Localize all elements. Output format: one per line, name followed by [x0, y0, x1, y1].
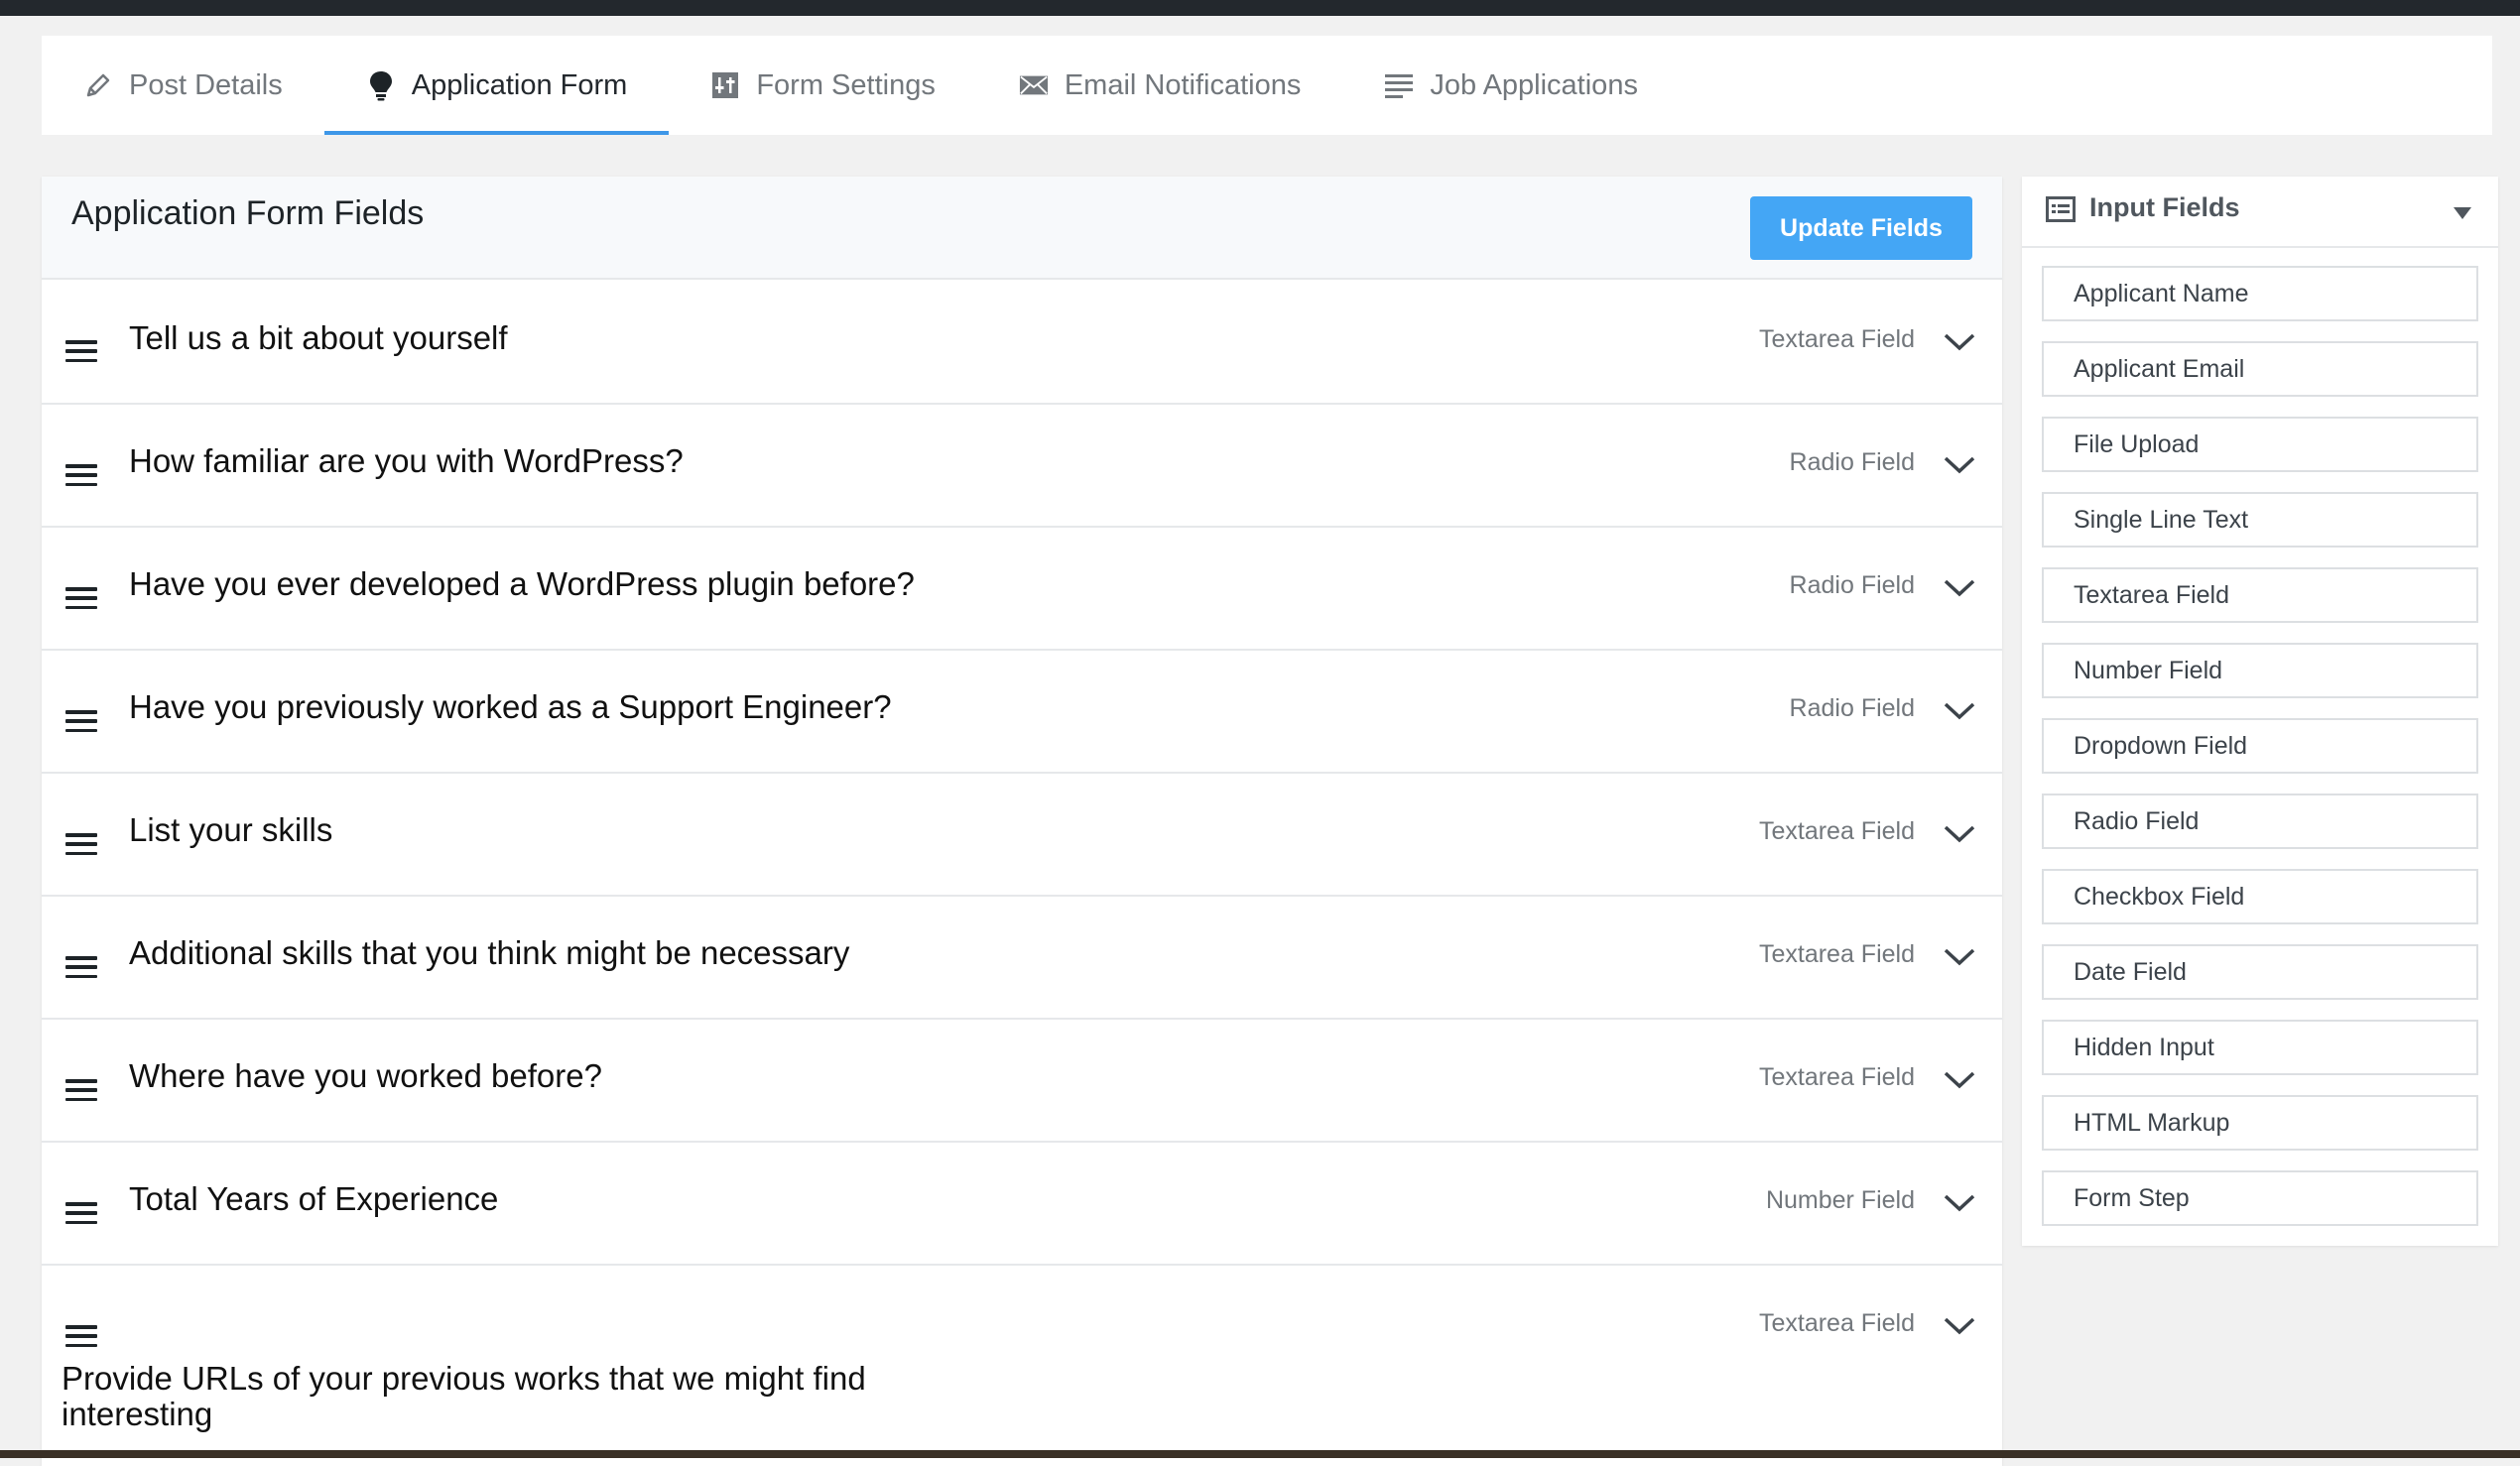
field-row[interactable]: Have you previously worked as a Support … [42, 651, 2002, 774]
chevron-down-icon[interactable] [1943, 946, 1976, 968]
settings-icon [710, 70, 740, 100]
field-type: Radio Field [1789, 571, 1915, 599]
field-type: Textarea Field [1758, 1063, 1915, 1091]
field-label: Have you previously worked as a Support … [129, 688, 892, 725]
drag-handle-icon[interactable] [65, 464, 97, 486]
chevron-down-icon[interactable] [1943, 577, 1976, 599]
panel-header: Application Form Fields Update Fields [42, 177, 2002, 280]
drag-handle-icon[interactable] [65, 1079, 97, 1101]
field-row[interactable]: Provide URLs of your previous works that… [42, 1266, 2002, 1464]
input-field-form-step[interactable]: Form Step [2042, 1170, 2478, 1226]
field-row[interactable]: Additional skills that you think might b… [42, 897, 2002, 1020]
list-icon [1384, 70, 1414, 100]
drag-handle-icon[interactable] [65, 1325, 97, 1347]
field-row[interactable]: Where have you worked before? Textarea F… [42, 1020, 2002, 1143]
tab-form-settings[interactable]: Form Settings [669, 36, 977, 135]
form-list-icon [2046, 196, 2076, 222]
tab-application-form[interactable]: Application Form [323, 36, 670, 135]
field-type: Textarea Field [1758, 940, 1915, 968]
tab-label: Post Details [129, 68, 283, 101]
field-label: Additional skills that you think might b… [129, 934, 850, 971]
field-label: How familiar are you with WordPress? [129, 442, 684, 479]
tab-label: Form Settings [756, 68, 936, 101]
drag-handle-icon[interactable] [65, 833, 97, 855]
input-field-number[interactable]: Number Field [2042, 643, 2478, 698]
field-label: Have you ever developed a WordPress plug… [129, 565, 915, 602]
caret-down-icon[interactable] [2453, 206, 2472, 220]
chevron-down-icon[interactable] [1943, 331, 1976, 353]
drag-handle-icon[interactable] [65, 587, 97, 609]
input-field-file-upload[interactable]: File Upload [2042, 417, 2478, 472]
input-field-html-markup[interactable]: HTML Markup [2042, 1095, 2478, 1151]
tab-post-details[interactable]: Post Details [83, 36, 324, 135]
chevron-down-icon[interactable] [1943, 454, 1976, 476]
field-label: List your skills [129, 811, 333, 848]
sidebar-title: Input Fields [2089, 192, 2240, 222]
tab-label: Application Form [411, 68, 628, 101]
drag-handle-icon[interactable] [65, 1202, 97, 1224]
field-type: Textarea Field [1758, 817, 1915, 845]
input-fields-sidebar: Input Fields Applicant Name Applicant Em… [2022, 177, 2498, 1246]
chevron-down-icon[interactable] [1943, 1315, 1976, 1337]
input-field-applicant-email[interactable]: Applicant Email [2042, 341, 2478, 397]
field-label: Where have you worked before? [129, 1057, 602, 1094]
chevron-down-icon[interactable] [1943, 823, 1976, 845]
drag-handle-icon[interactable] [65, 956, 97, 978]
pencil-icon [83, 70, 113, 100]
field-row[interactable]: Tell us a bit about yourself Textarea Fi… [42, 282, 2002, 405]
field-type: Textarea Field [1758, 325, 1915, 353]
field-row[interactable]: Total Years of Experience Number Field [42, 1143, 2002, 1266]
field-row[interactable]: Have you ever developed a WordPress plug… [42, 528, 2002, 651]
chevron-down-icon[interactable] [1943, 700, 1976, 722]
tab-label: Job Applications [1430, 68, 1638, 101]
input-field-date[interactable]: Date Field [2042, 944, 2478, 1000]
field-row[interactable]: List your skills Textarea Field [42, 774, 2002, 897]
input-field-single-line-text[interactable]: Single Line Text [2042, 492, 2478, 548]
field-label: Tell us a bit about yourself [129, 319, 508, 356]
input-field-hidden-input[interactable]: Hidden Input [2042, 1020, 2478, 1075]
panel-title: Application Form Fields [71, 194, 425, 232]
tab-bar: Post Details Application Form Form Setti… [42, 36, 2492, 135]
top-admin-bar [0, 0, 2520, 16]
input-field-dropdown[interactable]: Dropdown Field [2042, 718, 2478, 774]
field-label: Total Years of Experience [129, 1180, 499, 1217]
lightbulb-icon [366, 70, 396, 101]
field-type: Textarea Field [1758, 1309, 1915, 1337]
drag-handle-icon[interactable] [65, 340, 97, 362]
drag-handle-icon[interactable] [65, 710, 97, 732]
field-label: Provide URLs of your previous works that… [62, 1360, 866, 1432]
envelope-icon [1019, 70, 1049, 100]
tab-email-notifications[interactable]: Email Notifications [977, 36, 1343, 135]
field-type: Number Field [1765, 1186, 1915, 1214]
update-fields-button[interactable]: Update Fields [1750, 196, 1972, 260]
chevron-down-icon[interactable] [1943, 1192, 1976, 1214]
input-field-applicant-name[interactable]: Applicant Name [2042, 266, 2478, 321]
bottom-edge [0, 1450, 2520, 1458]
chevron-down-icon[interactable] [1943, 1069, 1976, 1091]
input-field-textarea[interactable]: Textarea Field [2042, 567, 2478, 623]
sidebar-header[interactable]: Input Fields [2022, 177, 2498, 248]
tab-job-applications[interactable]: Job Applications [1342, 36, 1680, 135]
field-type: Radio Field [1789, 694, 1915, 722]
input-field-radio[interactable]: Radio Field [2042, 794, 2478, 849]
tab-label: Email Notifications [1064, 68, 1302, 101]
form-fields-panel: Application Form Fields Update Fields Te… [42, 177, 2002, 1466]
field-row[interactable]: How familiar are you with WordPress? Rad… [42, 405, 2002, 528]
field-type: Radio Field [1789, 448, 1915, 476]
input-field-checkbox[interactable]: Checkbox Field [2042, 869, 2478, 924]
